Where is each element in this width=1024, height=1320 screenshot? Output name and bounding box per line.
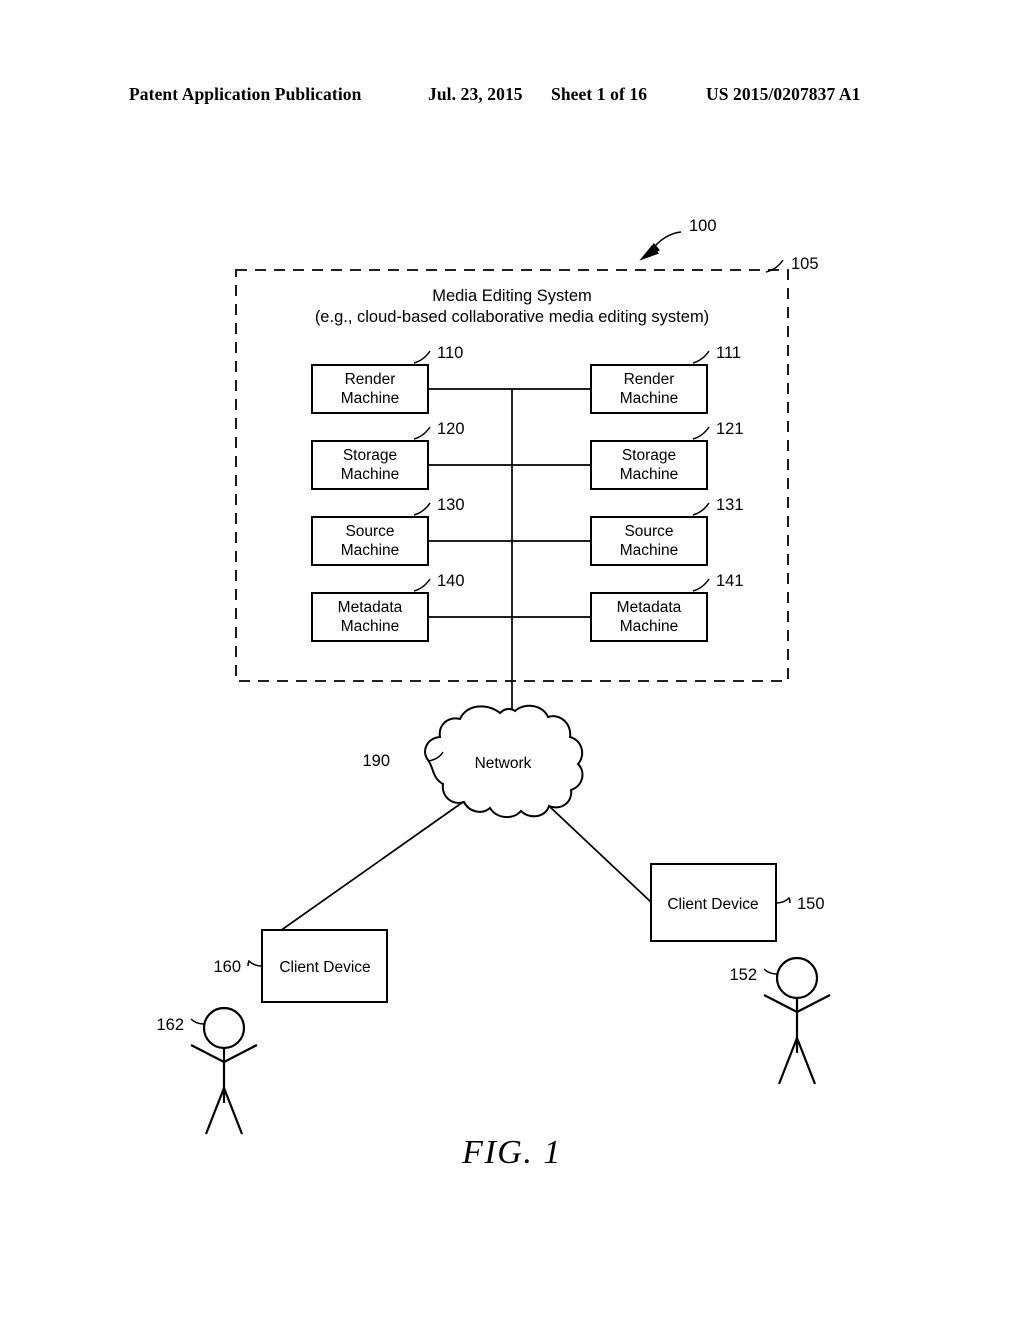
metadata-machine-140-label-line2: Machine	[341, 618, 400, 635]
ref-leader-140	[413, 578, 431, 592]
ref-leader-131	[692, 502, 710, 516]
storage-machine-121-label-line1: Storage	[622, 447, 676, 464]
storage-machine-120-label-line2: Machine	[341, 466, 400, 483]
storage-machine-120-label-line1: Storage	[343, 447, 397, 464]
machine-group-storage-right: Storage Machine 121	[512, 420, 744, 490]
ref-leader-162	[190, 1018, 205, 1025]
figure-1-drawing: 100 105 Media Editing System (e.g., clou…	[0, 0, 1024, 1320]
storage-machine-121-label-line2: Machine	[620, 466, 679, 483]
ref-label-105: 105	[791, 255, 819, 273]
machine-group-metadata-left: Metadata Machine 140	[311, 572, 512, 642]
render-machine-111-label-line2: Machine	[620, 390, 679, 407]
machine-group-storage-left: Storage Machine 120	[311, 420, 512, 490]
metadata-machine-141-label-line1: Metadata	[617, 599, 682, 616]
source-machine-131-label-line1: Source	[624, 523, 673, 540]
source-machine-131-label-line2: Machine	[620, 542, 679, 559]
machine-group-source-left: Source Machine 130	[311, 496, 512, 566]
ref-leader-110	[413, 350, 431, 364]
ref-label-150: 150	[797, 895, 825, 913]
ref-label-121: 121	[716, 420, 744, 438]
machine-group-render-left: Render Machine 110	[311, 344, 512, 414]
machine-group-source-right: Source Machine 131	[512, 496, 744, 566]
network-label: Network	[475, 755, 532, 772]
ref-label-140: 140	[437, 572, 465, 590]
client-device-150-label: Client Device	[667, 896, 758, 913]
network-to-client-150-link	[548, 805, 653, 904]
user-162-leg-right	[222, 1087, 244, 1135]
ref-label-131: 131	[716, 496, 744, 514]
ref-label-190: 190	[362, 752, 390, 770]
user-152-leg-right	[795, 1037, 817, 1085]
ref-label-110: 110	[437, 344, 463, 362]
overall-ref-100-callout: 100	[639, 217, 717, 261]
machine-group-render-right: Render Machine 111	[512, 344, 741, 414]
user-162-group: 162	[156, 1006, 258, 1135]
ref-label-162: 162	[156, 1016, 184, 1034]
user-152-head	[775, 956, 819, 1000]
user-152-group: 152	[729, 956, 831, 1085]
network-to-client-160-link	[262, 801, 464, 944]
ref-leader-130	[413, 502, 431, 516]
ref-label-100: 100	[689, 217, 717, 235]
ref-label-120: 120	[437, 420, 465, 438]
ref-leader-111	[692, 350, 710, 364]
system-title-line2: (e.g., cloud-based collaborative media e…	[315, 308, 709, 326]
ref-leader-160	[247, 959, 263, 967]
network-cloud-group: Network 190	[362, 704, 584, 818]
client-device-150-group: Client Device 150	[650, 863, 825, 942]
ref-leader-121	[692, 426, 710, 440]
metadata-machine-140-label-line1: Metadata	[338, 599, 403, 616]
source-machine-130-label-line2: Machine	[341, 542, 400, 559]
user-162-leg-left	[204, 1087, 226, 1135]
ref-label-160: 160	[213, 958, 241, 976]
ref-leader-141	[692, 578, 710, 592]
ref-label-152: 152	[729, 966, 757, 984]
render-machine-110-label-line1: Render	[345, 371, 396, 388]
ref-label-130: 130	[437, 496, 465, 514]
ref-leader-150	[775, 896, 791, 904]
render-machine-111-label-line1: Render	[624, 371, 675, 388]
render-machine-110-label-line2: Machine	[341, 390, 400, 407]
source-machine-130-label-line1: Source	[345, 523, 394, 540]
figure-caption: FIG. 1	[462, 1134, 562, 1171]
user-152-leg-left	[777, 1037, 799, 1085]
client-device-160-group: Client Device 160	[213, 929, 388, 1003]
system-title-line1: Media Editing System	[432, 287, 592, 305]
client-device-160-label: Client Device	[279, 959, 370, 976]
user-162-head	[202, 1006, 246, 1050]
ref-leader-120	[413, 426, 431, 440]
ref-label-141: 141	[716, 572, 744, 590]
ref-label-111: 111	[716, 344, 741, 362]
metadata-machine-141-label-line2: Machine	[620, 618, 679, 635]
ref-leader-152	[763, 968, 778, 975]
machine-group-metadata-right: Metadata Machine 141	[512, 572, 744, 642]
